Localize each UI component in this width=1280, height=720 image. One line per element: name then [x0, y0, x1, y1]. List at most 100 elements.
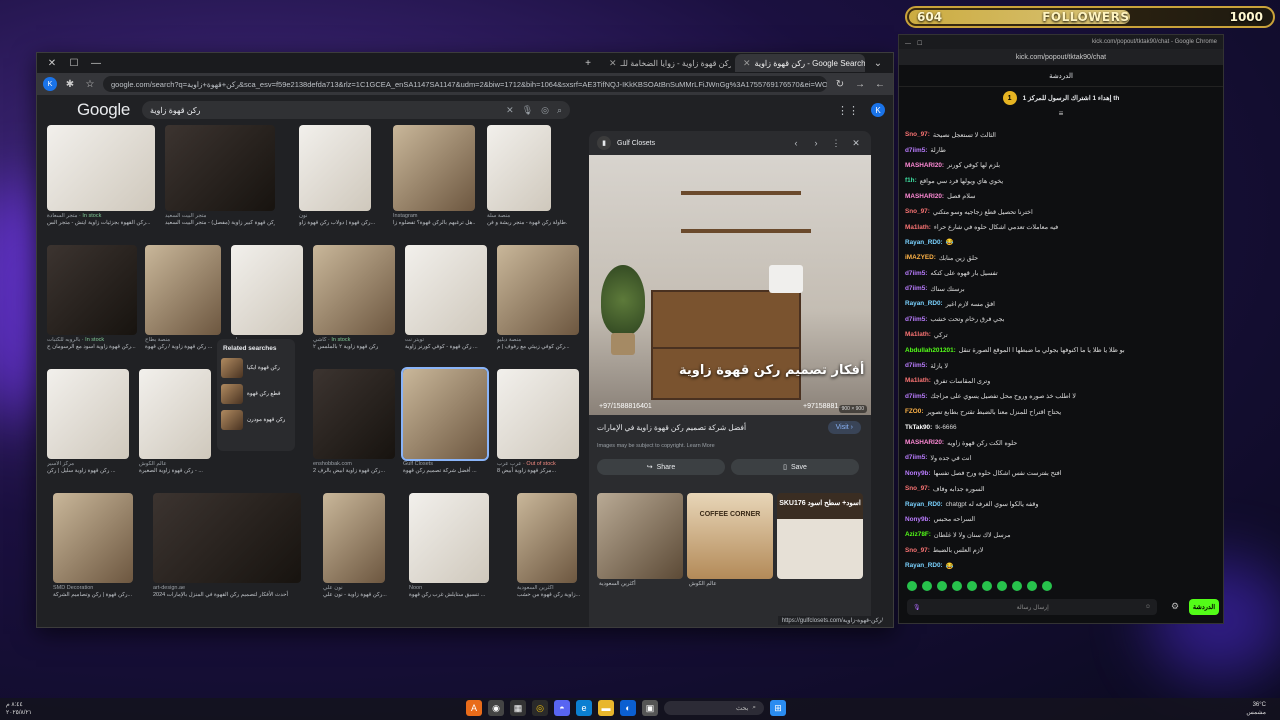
chat-settings-icon[interactable]: ⚙ [1171, 601, 1179, 612]
image-result-caption[interactable]: متجر السعادة · In stock ركن القهوة بجزئيا… [47, 213, 155, 227]
image-result-thumbnail[interactable] [393, 125, 475, 211]
new-tab-icon[interactable]: + [579, 55, 597, 71]
more-options-icon[interactable]: ⋮ [829, 138, 843, 149]
image-result-thumbnail[interactable] [517, 493, 577, 583]
app-icon[interactable]: ◐ [620, 700, 636, 716]
chat-message[interactable]: Rayan_RD0: chatgpt وقفه يالكوا سوي الغرفه… [905, 496, 1219, 511]
edge-app-icon[interactable]: e [576, 700, 592, 716]
image-result-caption[interactable]: نون علي ركن قهوة زاوية - نون علي... [323, 585, 403, 599]
image-result-caption[interactable]: أكثرين السعودية زاوية ركن قهوة من خشب... [517, 585, 597, 599]
search-input[interactable]: ركن قهوة زاوية [150, 106, 498, 115]
image-result-caption[interactable]: منصة دبليو ركن كوفي زبيئي مع رفوف | م... [497, 337, 579, 351]
emote-icon[interactable] [982, 581, 992, 591]
account-avatar[interactable]: K [871, 103, 885, 117]
chat-message[interactable]: d7iim5: طارلة [905, 142, 1219, 157]
chat-username[interactable]: MASHARI20: [905, 439, 944, 446]
chat-message[interactable]: d7iim5: انت في جده ولا [905, 450, 1219, 465]
image-result-thumbnail[interactable] [313, 369, 395, 459]
image-result-thumbnail[interactable] [53, 493, 133, 583]
chat-username[interactable]: MASHARI20: [905, 162, 944, 169]
chat-username[interactable]: Rayan_RD0: [905, 300, 943, 307]
file-explorer-icon[interactable]: ▬ [598, 700, 614, 716]
emote-icon[interactable] [1042, 581, 1052, 591]
chat-message[interactable]: Nony9b: السراحه محبس [905, 512, 1219, 527]
image-result-thumbnail[interactable] [487, 125, 551, 211]
chat-message[interactable]: d7iim5: بجي فرق رخام وتحت خشب [905, 312, 1219, 327]
chat-username[interactable]: Aziz78F: [905, 531, 931, 538]
image-result-caption[interactable]: كاشي · In stock ركن قهوة زاوية ٢ بالملمس … [313, 337, 395, 351]
chat-message[interactable]: FZO0: يحتاج اقتراح للمنزل معنا بالضبط تقت… [905, 404, 1219, 419]
image-result-thumbnail[interactable] [401, 367, 489, 461]
apps-grid-icon[interactable]: ⋮⋮ [837, 104, 859, 117]
share-button[interactable]: ↪ Share [597, 459, 725, 475]
chat-message[interactable]: Ma1lath: فيه معاملات تعدمي اشكال حلوه في … [905, 219, 1219, 234]
address-bar[interactable]: google.com/search?q=ركن+قهوة+زاوية&sca_e… [103, 76, 827, 92]
related-image[interactable]: COFFEE CORNER [687, 493, 773, 579]
chat-username[interactable]: d7iim5: [905, 362, 927, 369]
chat-username[interactable]: d7iim5: [905, 393, 927, 400]
forward-icon[interactable]: → [853, 77, 867, 91]
chat-username[interactable]: d7iim5: [905, 270, 927, 277]
chat-username[interactable]: f1h: [905, 177, 917, 184]
image-result-thumbnail[interactable] [139, 369, 211, 459]
chat-username[interactable]: Nony9b: [905, 516, 931, 523]
chat-username[interactable]: Ma1lath: [905, 224, 931, 231]
emote-icon[interactable] [1027, 581, 1037, 591]
emote-icon[interactable] [952, 581, 962, 591]
chat-message[interactable]: Rayan_RD0: 😂 [905, 235, 1219, 250]
emote-icon[interactable] [997, 581, 1007, 591]
chat-input[interactable]: 🎙 إرسال رسالة ☺ [907, 599, 1157, 615]
related-search-item[interactable]: قطع ركن قهوة [221, 384, 291, 404]
emote-icon[interactable] [937, 581, 947, 591]
chat-username[interactable]: d7iim5: [905, 285, 927, 292]
image-result-caption[interactable]: منصة سلةطاولة ركن قهوة - متجر ريشة و فن.… [487, 213, 567, 227]
chat-mic-icon[interactable]: 🎙 [913, 604, 921, 611]
related-search-item[interactable]: ركن قهوة مودرن [221, 410, 291, 430]
chat-message[interactable]: Nony9b: افتح بفترست نفس اشكال حلوه ورح فص… [905, 466, 1219, 481]
next-image-icon[interactable]: › [809, 138, 823, 148]
image-result-caption[interactable]: enshobbak.com ركن قهوة زاوية ابيض بالرف 2… [313, 461, 395, 475]
bookmark-star-icon[interactable]: ☆ [83, 77, 97, 91]
previous-image-icon[interactable]: ‹ [789, 138, 803, 148]
image-result-caption[interactable]: نون ركن قهوة | دولاب ركن قهوة زاو... [299, 213, 379, 227]
chat-message[interactable]: d7iim5: تفسيل بار قهوه على كتكه [905, 266, 1219, 281]
extensions-icon[interactable]: ✱ [63, 77, 77, 91]
image-result-caption[interactable]: مركز الاسير ركن قهوة زاوية سليل | ركن ... [47, 461, 129, 475]
reload-icon[interactable]: ↻ [833, 77, 847, 91]
google-logo[interactable]: Google [77, 100, 130, 120]
preview-caption[interactable]: أفضل شركة تصميم ركن قهوة زاوية في الإمار… [597, 423, 863, 432]
image-result-thumbnail[interactable] [145, 245, 221, 335]
image-result-caption[interactable]: متجر البيت السعيد ركن قهوة كبير زاوية (مف… [165, 213, 275, 227]
chat-username[interactable]: Abdullah201201: [905, 347, 956, 354]
chat-username[interactable]: Rayan_RD0: [905, 239, 943, 246]
app-icon[interactable]: ▦ [510, 700, 526, 716]
image-result-caption[interactable]: Noon تنسيق ستايلش غرب ركن قهوة ... [409, 585, 489, 599]
image-result-caption[interactable]: SMD Decoration ركن قهوة | ركن وتصاميم الش… [53, 585, 133, 599]
chat-username[interactable]: Ma1lath: [905, 377, 931, 384]
preview-source-name[interactable]: Gulf Closets [617, 140, 783, 147]
chrome-app-icon[interactable]: ◎ [532, 700, 548, 716]
image-result-thumbnail[interactable] [405, 245, 487, 335]
image-result-thumbnail[interactable] [497, 369, 579, 459]
related-image[interactable]: SKU176 اسود+ سطح اسود [777, 493, 863, 579]
related-image[interactable] [597, 493, 683, 579]
chat-message[interactable]: d7iim5: لا اطلب خذ صوره وروح محل تفصيل يس… [905, 389, 1219, 404]
emote-icon[interactable] [922, 581, 932, 591]
chat-username[interactable]: iMAZYED: [905, 254, 936, 261]
back-icon[interactable]: ← [873, 77, 887, 91]
chat-username[interactable]: Sno_97: [905, 208, 930, 215]
clear-search-icon[interactable]: ✕ [506, 105, 514, 116]
chat-username[interactable]: MASHARI20: [905, 193, 944, 200]
chat-message[interactable]: Ma1lath: تركي [905, 327, 1219, 342]
app-icon[interactable]: A [466, 700, 482, 716]
pin-collapse-icon[interactable]: ≡ [899, 109, 1223, 118]
chat-username[interactable]: d7iim5: [905, 454, 927, 461]
image-result-caption[interactable]: art-design.ae أحدث الأفكار لتصميم ركن الق… [153, 585, 301, 599]
chat-message[interactable]: MASHARI20: حلوه الكت ركن قهوة زاويه [905, 435, 1219, 450]
chat-username[interactable]: Sno_97: [905, 131, 930, 138]
search-icon[interactable]: ⌕ [557, 105, 562, 116]
image-result-thumbnail[interactable] [47, 245, 137, 335]
chat-message[interactable]: MASHARI20: سلام فصل [905, 189, 1219, 204]
close-preview-icon[interactable]: ✕ [849, 138, 863, 149]
image-result-thumbnail[interactable] [165, 125, 275, 211]
